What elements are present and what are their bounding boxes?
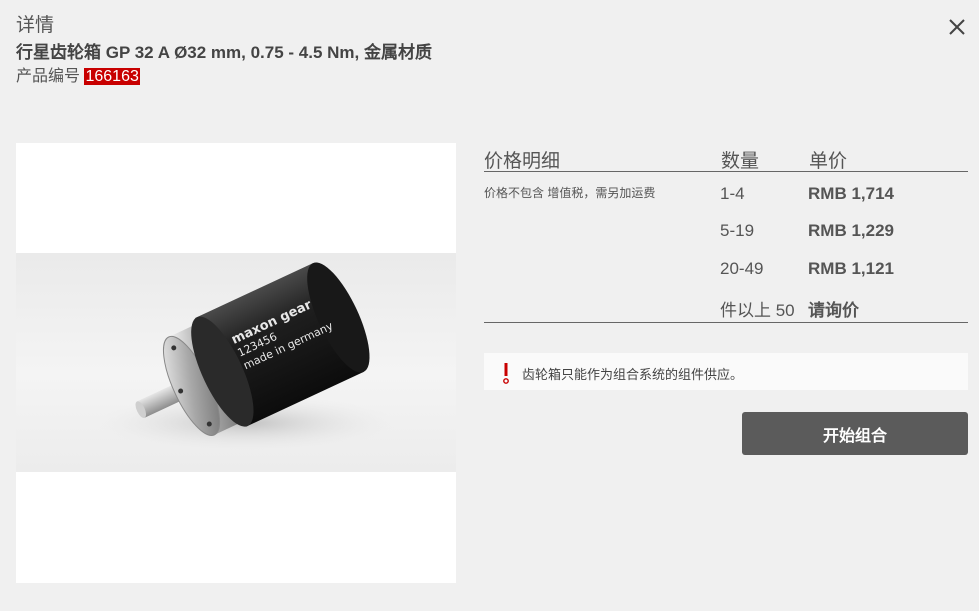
price-row-quantity: 20-49 <box>720 259 764 278</box>
pricing-header: 价格明细 数量 单价 <box>484 143 968 172</box>
product-title: 行星齿轮箱 GP 32 A Ø32 mm, 0.75 - 4.5 Nm, 金属材… <box>16 43 432 62</box>
quantity-heading: 数量 <box>721 151 760 172</box>
exclamation-icon <box>503 363 509 384</box>
price-row-quantity: 5-19 <box>720 221 755 240</box>
product-photo: maxon gear 123456 made in germany <box>16 253 456 472</box>
pricing-body: 价格不包含 增值税，需另加运费 1-4 RMB 1,714 5-19 RMB 1… <box>484 172 968 323</box>
start-combination-button[interactable]: 开始组合 <box>742 412 968 455</box>
detail-header: 详情 行星齿轮箱 GP 32 A Ø32 mm, 0.75 - 4.5 Nm, … <box>16 14 432 88</box>
info-notice-text: 齿轮箱只能作为组合系统的组件供应。 <box>522 367 744 382</box>
pricing-details-heading: 价格明细 <box>484 151 561 172</box>
price-row-quantity: 件以上 50 <box>720 301 795 320</box>
info-notice: 齿轮箱只能作为组合系统的组件供应。 <box>484 353 968 390</box>
product-number: 166163 <box>84 68 140 85</box>
product-image-panel: maxon gear 123456 made in germany <box>16 143 456 583</box>
price-row-price: RMB 1,229 <box>808 221 894 240</box>
price-row-price: RMB 1,121 <box>808 259 894 278</box>
product-number-label: 产品编号 <box>16 68 81 85</box>
price-row-price: RMB 1,714 <box>808 184 894 203</box>
price-row-quantity: 1-4 <box>720 184 745 203</box>
unit-price-heading: 单价 <box>809 151 848 172</box>
pricing-note: 价格不包含 增值税，需另加运费 <box>484 186 656 200</box>
price-row-price: 请询价 <box>808 301 859 320</box>
product-number-row: 产品编号 166163 <box>16 66 432 88</box>
section-title: 详情 <box>16 15 55 36</box>
pricing-table: 价格明细 数量 单价 价格不包含 增值税，需另加运费 1-4 RMB 1,714… <box>484 143 968 323</box>
close-button[interactable] <box>946 16 968 38</box>
close-icon <box>949 19 965 35</box>
